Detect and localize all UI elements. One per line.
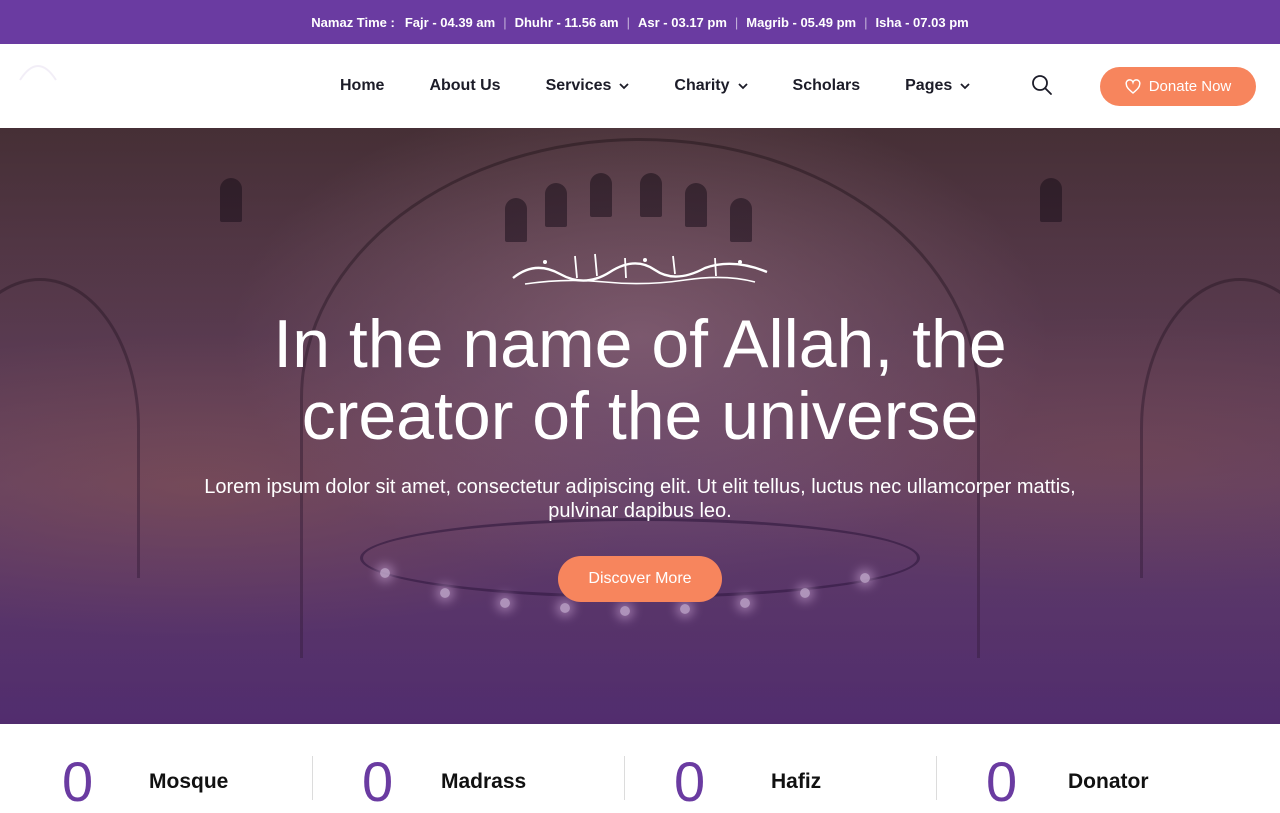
stat-value: 0 (674, 750, 706, 813)
stat-label: Hafiz (771, 770, 822, 793)
nav-item-label: Services (545, 77, 612, 94)
separator: | (626, 14, 631, 30)
nav-item-label: Pages (905, 77, 953, 94)
nav-item-charity[interactable]: Charity (674, 77, 748, 95)
hero-subtitle-line: Lorem ipsum dolor sit amet, consectetur … (204, 476, 1076, 498)
stat-madrass: 0 Madrass (312, 724, 624, 810)
separator: | (503, 14, 507, 30)
prayer-time-fajr: Fajr - 04.39 am (404, 14, 496, 30)
stat-value: 0 (986, 750, 1018, 813)
prayer-time-magrib: Magrib - 05.49 pm (746, 14, 857, 30)
hero-title-line: creator of the universe (301, 378, 979, 454)
nav-item-label: About Us (429, 77, 501, 94)
stat-label: Mosque (149, 770, 229, 793)
hero-subtitle-line: pulvinar dapibus leo. (548, 500, 732, 522)
donate-now-button[interactable]: Donate Now (1100, 67, 1256, 106)
prayer-time-dhuhr: Dhuhr - 11.56 am (514, 14, 619, 30)
site-header: Home About Us Services Charity Scholars … (0, 44, 1280, 128)
hero-subtitle: Lorem ipsum dolor sit amet, consectetur … (190, 475, 1090, 523)
stat-value: 0 (62, 750, 94, 813)
nav-item-label: Home (340, 77, 385, 94)
heart-icon (1125, 78, 1141, 94)
nav-item-services[interactable]: Services (546, 77, 630, 95)
prayer-time-asr: Asr - 03.17 pm (638, 14, 727, 30)
donate-label: Donate Now (1148, 78, 1232, 95)
chevron-down-icon (737, 83, 748, 90)
main-nav: Home About Us Services Charity Scholars … (340, 44, 1015, 128)
logo[interactable] (18, 56, 58, 82)
prayer-time-isha: Isha - 07.03 pm (875, 14, 969, 30)
stat-label: Donator (1068, 770, 1149, 793)
stat-label: Madrass (441, 770, 527, 793)
nav-item-pages[interactable]: Pages (905, 77, 970, 95)
prayer-times-bar: Namaz Time : Fajr - 04.39 am | Dhuhr - 1… (0, 0, 1280, 44)
separator: | (734, 14, 739, 30)
search-icon[interactable] (1030, 73, 1054, 97)
stat-mosque: 0 Mosque (0, 724, 312, 810)
nav-item-scholars[interactable]: Scholars (793, 77, 861, 95)
nav-item-home[interactable]: Home (340, 77, 384, 95)
bismillah-calligraphy (505, 248, 775, 292)
hero-banner: In the name of Allah, the creator of the… (0, 128, 1280, 724)
discover-more-button[interactable]: Discover More (558, 556, 722, 602)
prayer-times-label: Namaz Time : (311, 14, 395, 30)
nav-item-about-us[interactable]: About Us (429, 77, 500, 95)
hero-title: In the name of Allah, the creator of the… (140, 308, 1140, 452)
stats-row: 0 Mosque 0 Madrass 0 Hafiz 0 Donator (0, 724, 1280, 810)
nav-item-label: Charity (674, 77, 730, 94)
chevron-down-icon (960, 83, 970, 90)
separator: | (864, 14, 868, 30)
stat-hafiz: 0 Hafiz (624, 724, 936, 810)
discover-more-label: Discover More (588, 570, 692, 587)
chevron-down-icon (619, 83, 630, 90)
nav-item-label: Scholars (792, 77, 861, 94)
stat-donator: 0 Donator (936, 724, 1248, 810)
hero-title-line: In the name of Allah, the (273, 306, 1007, 382)
stat-value: 0 (362, 750, 394, 813)
